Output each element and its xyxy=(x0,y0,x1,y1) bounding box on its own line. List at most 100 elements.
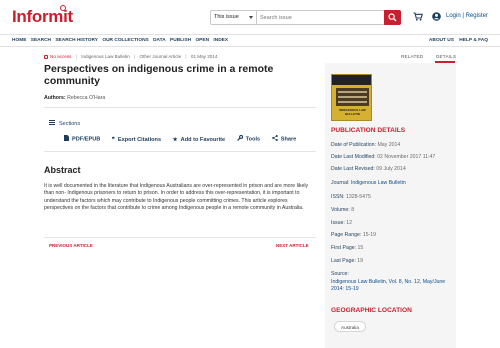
detail-issn: ISSN: 1328-5475 xyxy=(331,194,371,200)
meta-separator: | xyxy=(185,54,187,59)
geographic-location-heading: GEOGRAPHIC LOCATION xyxy=(331,307,412,314)
journal-link[interactable]: Indigenous Law Bulletin xyxy=(351,180,406,186)
detail-value: 1328-5475 xyxy=(346,194,371,200)
detail-value: 15 xyxy=(357,245,364,251)
detail-label: Page Range: xyxy=(331,232,362,238)
pdf-epub-label: PDF/EPUB xyxy=(72,136,101,143)
publication-details-heading: PUBLICATION DETAILS xyxy=(331,127,406,134)
detail-label: Journal: xyxy=(331,180,350,186)
detail-value: May 2014 xyxy=(377,142,401,148)
detail-label: First Page: xyxy=(331,245,357,251)
detail-label: Volume: xyxy=(331,207,350,213)
tools-button[interactable]: Tools xyxy=(236,135,260,143)
nav-item-home[interactable]: HOME xyxy=(12,38,26,43)
abstract-text: It is well documented in the literature … xyxy=(44,183,309,211)
detail-source-label: Source: xyxy=(331,271,349,277)
detail-value: 12 xyxy=(346,220,353,226)
share-label: Share xyxy=(280,136,297,143)
detail-page-range: Page Range: 15-19 xyxy=(331,232,376,238)
logo-dot-icon xyxy=(60,5,66,11)
search-input[interactable] xyxy=(260,11,384,24)
chevron-down-icon xyxy=(249,16,253,19)
cover-photo xyxy=(336,88,369,106)
access-status: No access xyxy=(50,54,72,59)
user-icon[interactable] xyxy=(432,12,441,21)
detail-label: Last Page: xyxy=(331,258,356,264)
add-to-favourite-button[interactable]: ★ Add to Favourite xyxy=(173,137,225,143)
detail-volume: Volume: 8 xyxy=(331,207,354,213)
authors-line: Authors: Rebecca O'Hara xyxy=(44,95,105,101)
source-link[interactable]: Indigenous Law Bulletin, Vol. 8, No. 12,… xyxy=(331,279,451,292)
pdf-epub-button[interactable]: PDF/EPUB xyxy=(64,135,100,143)
star-icon: ★ xyxy=(172,136,178,143)
divider xyxy=(44,107,316,108)
login-register-link[interactable]: Login | Register xyxy=(446,13,488,19)
next-article-link[interactable]: NEXT ARTICLE xyxy=(276,243,309,248)
search-scope-select[interactable]: This issue xyxy=(211,11,257,24)
cover-photo-row xyxy=(338,91,367,93)
detail-label: Date Last Revised: xyxy=(331,166,375,172)
article-date: 01 May 2014 xyxy=(190,54,218,59)
divider xyxy=(44,237,316,238)
share-button[interactable]: Share xyxy=(271,135,297,143)
cover-photo-row xyxy=(338,96,367,98)
detail-value: 15-19 xyxy=(362,232,377,238)
list-icon xyxy=(49,120,55,125)
search-button[interactable] xyxy=(384,10,401,25)
meta-separator: | xyxy=(134,54,136,59)
nav-item-index[interactable]: INDEX xyxy=(213,38,228,43)
journal-cover-image[interactable]: INDIGENOUS LAW BULLETIN xyxy=(331,74,372,121)
article-title: Perspectives on indigenous crime in a re… xyxy=(44,63,274,87)
authors-label: Authors: xyxy=(44,95,66,101)
nav-item-search[interactable]: SEARCH xyxy=(31,38,51,43)
top-header: Informit This issue Login | Register xyxy=(0,0,500,34)
divider xyxy=(44,151,316,152)
detail-date-last-revised: Date Last Revised: 09 July 2014 xyxy=(331,166,406,172)
tab-related[interactable]: RELATED xyxy=(401,54,423,59)
detail-last-page: Last Page: 19 xyxy=(331,258,363,264)
nav-right-group: ABOUT US HELP & FAQ xyxy=(425,38,488,43)
export-citations-label: Export Citations xyxy=(117,136,162,143)
export-citations-button[interactable]: ❞ Export Citations xyxy=(112,137,161,143)
nav-item-about-us[interactable]: ABOUT US xyxy=(429,38,454,43)
meta-separator: | xyxy=(75,54,77,59)
geo-tag-australia[interactable]: Australia xyxy=(334,321,366,332)
nav-item-open[interactable]: OPEN xyxy=(195,38,209,43)
sections-toggle[interactable]: Sections xyxy=(49,120,80,127)
publication-link[interactable]: Indigenous Law Bulletin xyxy=(81,54,130,59)
nav-left-group: HOME SEARCH SEARCH HISTORY OUR COLLECTIO… xyxy=(12,38,231,43)
article-actions: PDF/EPUB ❞ Export Citations ★ Add to Favou… xyxy=(64,135,296,143)
cart-icon[interactable] xyxy=(413,12,423,21)
article-type: Other Journal Article xyxy=(139,54,182,59)
nav-item-search-history[interactable]: SEARCH HISTORY xyxy=(55,38,98,43)
article-meta: No access | Indigenous Law Bulletin | Ot… xyxy=(44,54,217,59)
detail-value: 8 xyxy=(351,207,355,213)
search-scope-value: This issue xyxy=(214,14,239,20)
add-to-favourite-label: Add to Favourite xyxy=(180,136,226,143)
abstract-heading: Abstract xyxy=(44,165,81,175)
sections-label: Sections xyxy=(59,121,81,127)
author-link[interactable]: Rebecca O'Hara xyxy=(67,95,105,101)
cover-title: INDIGENOUS LAW BULLETIN xyxy=(339,108,366,116)
nav-item-help-faq[interactable]: HELP & FAQ xyxy=(459,38,488,43)
nav-item-our-collections[interactable]: OUR COLLECTIONS xyxy=(102,38,148,43)
detail-issue: Issue: 12 xyxy=(331,220,352,226)
search-icon xyxy=(388,13,397,22)
detail-date-of-publication: Date of Publication: May 2014 xyxy=(331,142,400,148)
lock-icon xyxy=(44,54,48,59)
search-box: This issue xyxy=(210,10,401,25)
cover-band xyxy=(332,75,371,85)
quote-icon: ❞ xyxy=(111,136,115,143)
nav-item-publish[interactable]: PUBLISH xyxy=(170,38,191,43)
detail-value: 19 xyxy=(357,258,364,264)
tab-details[interactable]: DETAILS xyxy=(436,54,456,59)
previous-article-link[interactable]: PREVIOUS ARTICLE xyxy=(49,243,93,248)
detail-value: 09 July 2014 xyxy=(376,166,406,172)
detail-label: Date of Publication: xyxy=(331,142,376,148)
nav-item-data[interactable]: DATA xyxy=(153,38,166,43)
detail-date-last-modified: Date Last Modified: 02 November 2017 11:… xyxy=(331,154,435,160)
detail-label: ISSN: xyxy=(331,194,345,200)
share-icon xyxy=(271,135,278,141)
pdf-icon xyxy=(64,135,69,141)
detail-value: 02 November 2017 11:47 xyxy=(377,154,436,160)
